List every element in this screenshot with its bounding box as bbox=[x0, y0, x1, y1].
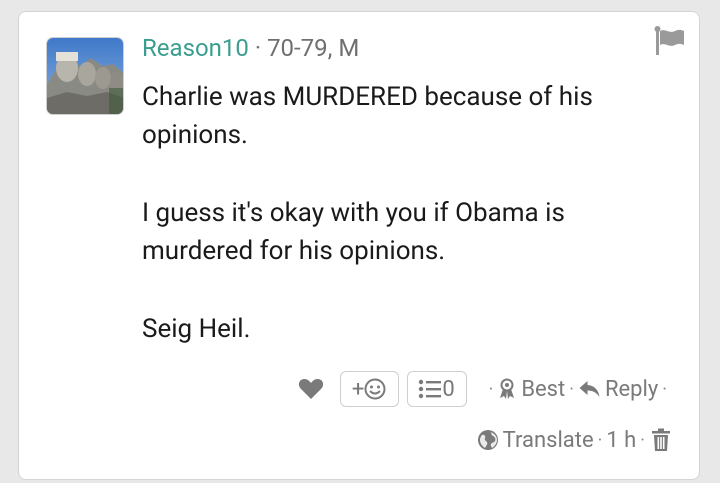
separator-dot: · bbox=[662, 378, 667, 400]
comment-card: Reason10 · 70-79, M Charlie was MURDERED… bbox=[18, 11, 700, 480]
trash-icon[interactable] bbox=[651, 428, 671, 452]
flag-button[interactable] bbox=[653, 24, 687, 58]
translate-label: Translate bbox=[502, 427, 594, 453]
translate-button[interactable]: Translate bbox=[477, 428, 594, 453]
comment-paragraph: Seig Heil. bbox=[142, 314, 251, 344]
comment-actions: + 0 · Best · Reply · bbox=[19, 370, 671, 408]
reply-arrow-icon bbox=[579, 381, 600, 397]
replies-count: 0 bbox=[442, 376, 455, 402]
smiley-icon bbox=[364, 378, 386, 400]
award-icon bbox=[500, 378, 515, 399]
comment-paragraph: Charlie was MURDERED because of his opin… bbox=[142, 82, 593, 150]
replies-count-button[interactable]: 0 bbox=[406, 371, 467, 407]
comment-paragraph: I guess it's okay with you if Obama is m… bbox=[142, 198, 565, 266]
separator-dot: · bbox=[640, 429, 645, 451]
header-separator: · bbox=[254, 34, 262, 62]
plus-label: + bbox=[351, 376, 365, 402]
user-meta: 70-79, M bbox=[267, 34, 360, 62]
reply-button[interactable]: Reply bbox=[578, 377, 658, 402]
avatar-image bbox=[47, 38, 123, 114]
separator-dot: · bbox=[488, 378, 494, 400]
heart-icon[interactable] bbox=[298, 377, 324, 401]
list-icon bbox=[419, 379, 442, 399]
flag-icon bbox=[654, 26, 684, 55]
comment-body: Charlie was MURDERED because of his opin… bbox=[142, 78, 662, 348]
separator-dot: · bbox=[569, 378, 574, 400]
avatar[interactable] bbox=[46, 37, 124, 115]
reply-label: Reply bbox=[604, 376, 659, 402]
add-reaction-button[interactable]: + bbox=[339, 371, 399, 407]
separator-dot: · bbox=[597, 429, 603, 451]
timestamp: 1 h bbox=[606, 427, 637, 453]
comment-header: Reason10 · 70-79, M bbox=[142, 32, 359, 64]
username-link[interactable]: Reason10 bbox=[142, 34, 249, 62]
best-button[interactable]: Best bbox=[497, 377, 565, 402]
comment-footer: Translate · 1 h · bbox=[19, 422, 671, 458]
best-label: Best bbox=[521, 376, 566, 402]
globe-icon bbox=[477, 430, 498, 450]
